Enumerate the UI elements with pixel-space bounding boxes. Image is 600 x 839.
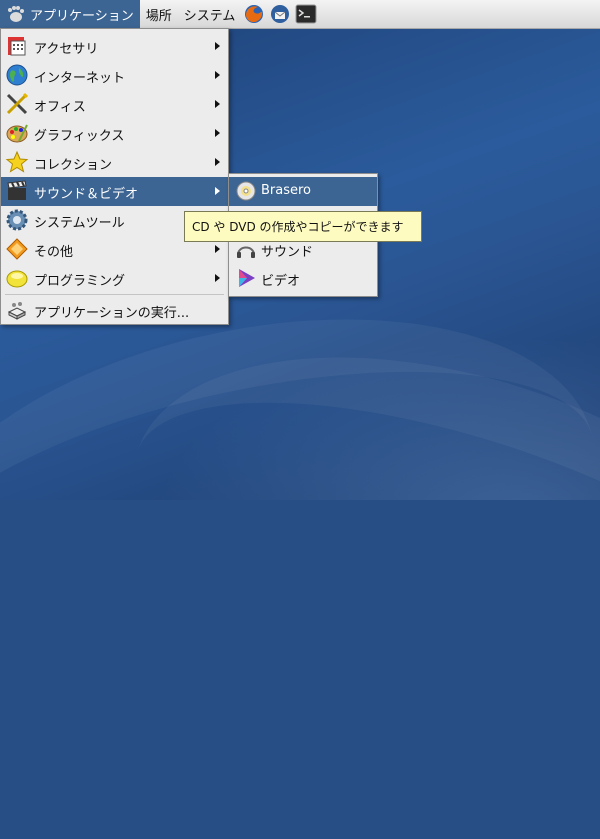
menu-item-video[interactable]: ビデオ (229, 264, 377, 293)
applications-menu: アクセサリ インターネット オフィス グラフィックス コレクション サウンド＆ビ… (0, 28, 229, 325)
brasero-tooltip: CD や DVD の作成やコピーができます (184, 211, 422, 242)
menu-item-programming[interactable]: プログラミング (1, 264, 228, 293)
system-menu-button[interactable]: システム (178, 0, 242, 28)
firefox-icon[interactable] (243, 3, 265, 25)
menu-item-collection[interactable]: コレクション (1, 148, 228, 177)
run-application-icon (7, 302, 27, 320)
submenu-arrow-icon (215, 187, 220, 195)
submenu-arrow-icon (215, 274, 220, 282)
menu-item-sound-video[interactable]: サウンド＆ビデオ (1, 177, 228, 206)
terminal-icon[interactable] (295, 3, 317, 25)
menu-item-label: サウンド＆ビデオ (34, 187, 139, 202)
menu-item-label: インターネット (34, 71, 126, 86)
submenu-arrow-icon (215, 158, 220, 166)
menu-item-label: Brasero (261, 183, 312, 198)
thunderbird-icon[interactable] (269, 3, 291, 25)
applications-menu-button[interactable]: アプリケーション (0, 0, 140, 28)
menu-item-run-application[interactable]: アプリケーションの実行... (1, 296, 228, 325)
office-icon (6, 92, 29, 115)
submenu-arrow-icon (215, 100, 220, 108)
disc-icon (236, 181, 256, 201)
menu-item-label: ビデオ (261, 274, 301, 289)
menu-item-label: プログラミング (34, 274, 126, 289)
menu-item-label: その他 (34, 245, 74, 260)
other-icon (6, 238, 28, 260)
menu-item-accessories[interactable]: アクセサリ (1, 32, 228, 61)
system-menu-label: システム (183, 8, 236, 24)
accessories-icon (8, 37, 26, 56)
places-menu-label: 場所 (145, 8, 172, 24)
menu-item-label: システムツール (34, 216, 125, 231)
globe-icon (6, 64, 28, 86)
menu-item-internet[interactable]: インターネット (1, 61, 228, 90)
video-icon (239, 269, 255, 287)
menu-item-label: グラフィックス (34, 129, 125, 144)
top-panel: アプリケーション 場所 システム (0, 0, 600, 29)
star-icon (5, 150, 29, 173)
clapper-icon (7, 180, 27, 200)
applications-menu-label: アプリケーション (30, 8, 134, 24)
menu-separator (5, 294, 224, 295)
submenu-arrow-icon (215, 245, 220, 253)
submenu-arrow-icon (215, 42, 220, 50)
places-menu-button[interactable]: 場所 (140, 0, 178, 28)
gnome-foot-icon (8, 6, 24, 22)
menu-item-brasero[interactable]: Brasero (229, 177, 377, 206)
tooltip-text: CD や DVD の作成やコピーができます (192, 220, 404, 234)
menu-item-label: アクセサリ (34, 42, 99, 57)
submenu-arrow-icon (215, 129, 220, 137)
menu-item-label: アプリケーションの実行... (34, 306, 190, 321)
palette-icon (6, 124, 28, 143)
system-tools-icon (6, 209, 28, 231)
menu-item-label: コレクション (34, 158, 113, 173)
menu-item-graphics[interactable]: グラフィックス (1, 119, 228, 148)
programming-icon (6, 270, 28, 288)
submenu-arrow-icon (215, 71, 220, 79)
menu-item-office[interactable]: オフィス (1, 90, 228, 119)
menu-item-label: オフィス (34, 100, 86, 115)
menu-item-label: サウンド (261, 245, 314, 260)
